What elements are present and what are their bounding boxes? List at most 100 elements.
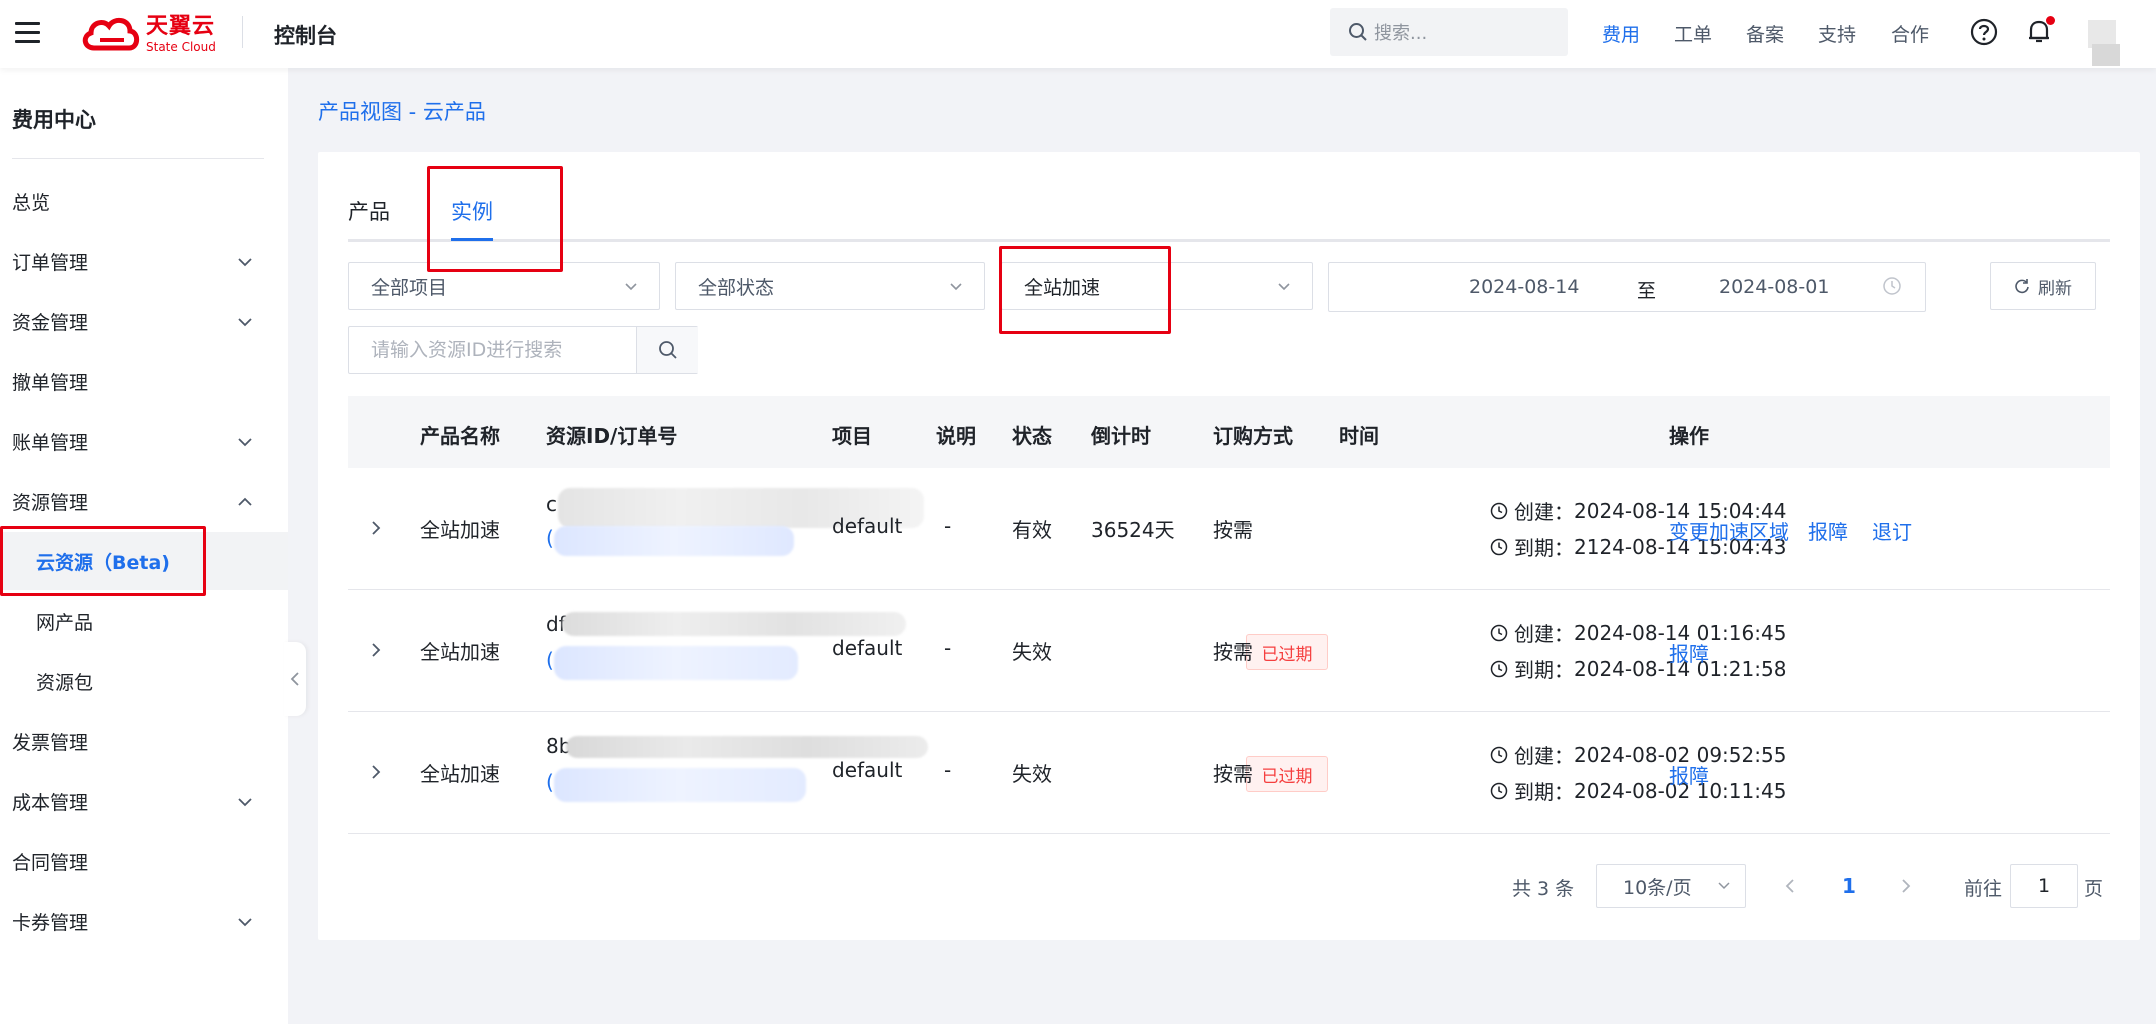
tab-instances[interactable]: 实例 (451, 196, 493, 226)
table-row: 全站加速 8b ( default - 失效 已过期 按需 创建： 2024-08… (348, 712, 2110, 834)
chevron-right-icon[interactable] (366, 762, 386, 782)
billing-method: 按需 (1213, 640, 1253, 664)
nav-ticket[interactable]: 工单 (1674, 20, 1712, 47)
brand-name-en: State Cloud (146, 39, 216, 54)
sidebar-item-bills[interactable]: 账单管理 (0, 412, 288, 470)
refresh-icon (2015, 279, 2029, 294)
chevron-down-icon (625, 283, 637, 291)
menu-icon[interactable] (15, 22, 40, 44)
report-issue-link[interactable]: 报障 (1669, 760, 1709, 789)
order-number[interactable]: ( (546, 770, 554, 794)
resource-search-button[interactable] (636, 327, 698, 373)
nav-partner[interactable]: 合作 (1891, 20, 1929, 47)
logo[interactable]: 天翼云 State Cloud (80, 12, 216, 56)
nav-support[interactable]: 支持 (1818, 20, 1856, 47)
tab-bar: 产品 实例 (348, 196, 2110, 242)
sidebar-item-coupons[interactable]: 卡券管理 (0, 892, 288, 950)
clock-icon (1490, 782, 1508, 799)
project: default (832, 514, 903, 538)
sidebar-item-cloud-resources[interactable]: 云资源（Beta) (0, 532, 288, 590)
redacted-order-number (554, 526, 794, 556)
console-title[interactable]: 控制台 (274, 20, 337, 50)
expire-time: 到期： 2024-08-14 01:21:58 (1490, 654, 1786, 683)
created-time: 创建： 2024-08-02 09:52:55 (1490, 740, 1786, 769)
global-search-input[interactable]: 搜索... (1330, 8, 1568, 56)
col-note: 说明 (936, 424, 976, 448)
col-actions: 操作 (1669, 424, 1709, 448)
project-select[interactable]: 全部项目 (348, 262, 660, 310)
countdown: 36524天 (1091, 518, 1175, 542)
table-row: 全站加速 df ( default - 失效 已过期 按需 创建： 2024-08… (348, 590, 2110, 712)
avatar[interactable] (2088, 14, 2128, 66)
chevron-down-icon (238, 318, 252, 327)
sidebar-item-funds[interactable]: 资金管理 (0, 292, 288, 350)
next-page-icon[interactable] (1896, 876, 1916, 896)
goto-page-input[interactable] (2010, 864, 2078, 908)
clock-icon (1883, 277, 1901, 295)
tab-products[interactable]: 产品 (348, 196, 390, 226)
help-icon[interactable] (1970, 18, 1998, 46)
sidebar-item-resources[interactable]: 资源管理 (0, 472, 288, 530)
content-card: 产品 实例 全部项目 全部状态 全站加速 2024-08-14 至 2024-0… (318, 152, 2140, 940)
search-placeholder: 搜索... (1374, 23, 1428, 44)
redacted-order-number (554, 646, 798, 680)
breadcrumb[interactable]: 产品视图 - 云产品 (318, 96, 486, 126)
search-icon (658, 341, 677, 359)
change-region-link[interactable]: 变更加速区域 (1669, 516, 1789, 545)
nav-filing[interactable]: 备案 (1746, 20, 1784, 47)
redacted-resource-id (566, 736, 928, 758)
tab-active-indicator (451, 238, 493, 241)
product-name: 全站加速 (420, 518, 500, 542)
sidebar-item-cost[interactable]: 成本管理 (0, 772, 288, 830)
chevron-down-icon (950, 283, 962, 291)
clock-icon (1490, 502, 1508, 519)
chevron-right-icon[interactable] (366, 640, 386, 660)
sidebar-title: 费用中心 (12, 108, 96, 132)
chevron-down-icon (238, 258, 252, 267)
sidebar-item-network-products[interactable]: 网产品 (0, 592, 288, 650)
page-size-select[interactable]: 10条/页 (1596, 864, 1746, 908)
sidebar-item-contracts[interactable]: 合同管理 (0, 832, 288, 890)
col-product-name: 产品名称 (420, 424, 500, 448)
goto-label: 前往 (1964, 878, 2003, 900)
date-range-picker[interactable]: 2024-08-14 至 2024-08-01 (1328, 262, 1926, 312)
current-page[interactable]: 1 (1842, 874, 1856, 898)
order-number[interactable]: ( (546, 526, 554, 550)
cloud-logo-icon (82, 17, 140, 51)
resource-search (348, 326, 698, 374)
sidebar: 费用中心 总览 订单管理 资金管理 撤单管理 账单管理 资源管理 云资源（Bet… (0, 68, 288, 1024)
clock-icon (1490, 538, 1508, 555)
project: default (832, 636, 903, 660)
chevron-down-icon (238, 918, 252, 927)
chevron-right-icon[interactable] (366, 518, 386, 538)
refresh-button[interactable]: 刷新 (1990, 262, 2096, 310)
unsubscribe-link[interactable]: 退订 (1872, 516, 1912, 545)
report-issue-link[interactable]: 报障 (1669, 638, 1709, 667)
col-resource-id: 资源ID/订单号 (546, 424, 678, 448)
notification-dot (2046, 16, 2055, 25)
sidebar-collapse-button[interactable] (284, 642, 306, 716)
product-select[interactable]: 全站加速 (1001, 262, 1313, 310)
product-name: 全站加速 (420, 640, 500, 664)
note: - (944, 758, 952, 782)
sidebar-item-orders[interactable]: 订单管理 (0, 232, 288, 290)
sidebar-item-withdraw[interactable]: 撤单管理 (0, 352, 288, 410)
status: 失效 (1012, 640, 1052, 664)
note: - (944, 514, 952, 538)
created-time: 创建： 2024-08-14 01:16:45 (1490, 618, 1786, 647)
sidebar-item-resource-packs[interactable]: 资源包 (0, 652, 288, 710)
prev-page-icon[interactable] (1780, 876, 1800, 896)
date-end: 2024-08-01 (1719, 276, 1830, 298)
sidebar-item-invoices[interactable]: 发票管理 (0, 712, 288, 770)
order-number[interactable]: ( (546, 648, 554, 672)
status: 有效 (1012, 518, 1052, 542)
col-countdown: 倒计时 (1091, 424, 1151, 448)
total-count: 共 3 条 (1512, 878, 1575, 900)
nav-billing[interactable]: 费用 (1602, 20, 1640, 47)
sidebar-item-overview[interactable]: 总览 (0, 172, 288, 230)
table-row: 全站加速 c ( default - 有效 36524天 按需 创建： 2024-… (348, 468, 2110, 590)
status-select[interactable]: 全部状态 (675, 262, 985, 310)
report-issue-link[interactable]: 报障 (1808, 516, 1848, 545)
chevron-down-icon (1278, 283, 1290, 291)
resource-search-input[interactable] (349, 328, 635, 372)
